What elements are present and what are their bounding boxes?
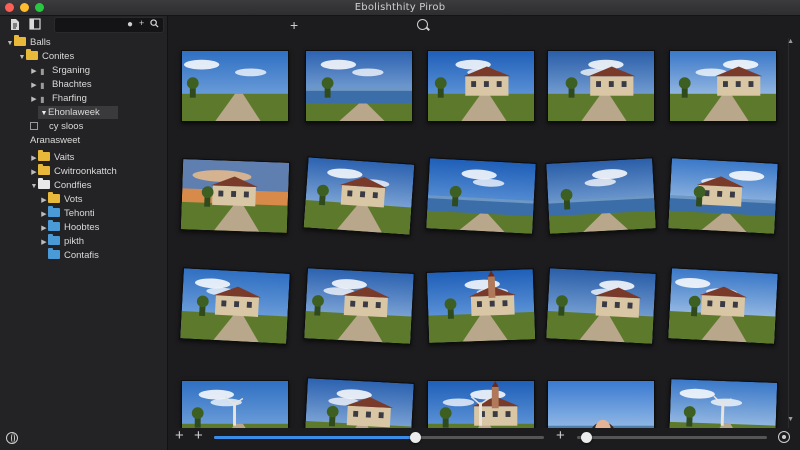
tree-item[interactable]: ▶ Tehonti [40,206,95,221]
disclosure-triangle-icon[interactable]: ▶ [30,65,38,78]
disclosure-triangle-icon[interactable]: ▶ [30,93,38,106]
album-icon: ▮ [40,95,45,104]
folder-icon [38,178,50,189]
photo-thumbnail-river-path[interactable] [425,157,537,235]
secondary-slider-knob[interactable] [580,432,592,443]
disclosure-triangle-icon[interactable]: ▶ [40,236,48,249]
disclosure-triangle-icon[interactable]: ▶ [30,166,38,179]
photo-thumbnail-sunset-castle[interactable] [179,158,291,234]
album-icon: ▮ [40,67,45,76]
settings-icon[interactable] [778,431,790,443]
tree-item[interactable]: Contafis [40,248,99,262]
main-toolbar: + [169,16,800,38]
disclosure-triangle-icon[interactable]: ▶ [40,208,48,221]
photo-thumbnail-portrait-woman[interactable] [547,380,655,433]
photo-browser: + ▲ ▼ [169,16,800,450]
checkbox-icon[interactable] [30,122,38,130]
folder-icon [48,234,60,245]
zoom-slider[interactable] [214,432,544,443]
disclosure-triangle-icon[interactable]: ▼ [40,107,48,120]
disclosure-triangle-icon[interactable]: ▶ [30,79,38,92]
tree-item-selected[interactable]: ▼Ehonlaweek [38,106,118,119]
secondary-slider[interactable] [577,432,767,443]
disclosure-triangle-icon[interactable]: ▼ [30,180,38,193]
tree-item[interactable]: ▶ Vaits [30,150,74,165]
photo-thumbnail-chateau[interactable] [667,157,779,235]
tree-item[interactable]: ▶ Hoobtes [40,220,99,235]
add-photo-icon[interactable]: + [290,17,298,33]
folder-icon [38,164,50,175]
folder-icon [48,206,60,217]
scroll-down-arrow-icon[interactable]: ▼ [787,416,794,423]
user-icon[interactable]: ● [127,19,133,30]
search-icon[interactable] [417,19,428,30]
tree-item[interactable]: ▶ Vots [40,192,83,207]
disclosure-triangle-icon[interactable]: ▼ [18,51,26,64]
photo-thumbnail-farmhouse-5[interactable] [667,267,779,345]
tree-item[interactable]: ▼ Condfies [30,178,92,193]
photo-thumbnail-road-field[interactable] [181,50,289,122]
photo-thumbnail-street-buildings[interactable] [427,50,535,122]
photo-thumbnail-farmhouse-4[interactable] [545,267,657,345]
tree-item[interactable]: ▶ ▮ Fharfing [30,92,87,105]
scroll-up-arrow-icon[interactable]: ▲ [787,38,794,45]
photo-thumbnail-lake-road[interactable] [305,50,413,122]
photo-thumbnail-church-house[interactable] [425,268,537,344]
vertical-scrollbar[interactable] [788,38,792,433]
photo-thumbnail-farmhouse-1[interactable] [302,156,416,236]
tree-item[interactable]: ▶ ▮ Srganing [30,64,90,77]
add-icon[interactable]: + [139,18,144,28]
tree-item[interactable]: ▼ Conites [18,49,74,64]
photo-thumbnail-blue-sky-tower[interactable] [181,380,289,433]
folder-icon [48,220,60,231]
search-icon[interactable] [150,19,159,31]
photo-thumbnail-farmhouse-3[interactable] [303,267,415,345]
tree-item[interactable]: ▶ Cwitroonkattch [30,164,117,179]
sidebar-toolbar: ● + [0,16,168,36]
disclosure-triangle-icon[interactable]: ▶ [30,152,38,165]
album-icon: ▮ [40,81,45,90]
disclosure-triangle-icon[interactable]: ▶ [40,222,48,235]
tree-item[interactable]: Aranasweet [30,134,80,147]
sidebar-bottom-bar [0,428,168,450]
globe-icon[interactable] [6,432,18,444]
tree-item[interactable]: ▶ pikth [40,234,84,249]
disclosure-triangle-icon[interactable]: ▼ [6,37,14,50]
photo-thumbnail-manor-house[interactable] [547,50,655,122]
sidebar-toggle-icon[interactable] [28,18,42,32]
app-window: Ebolishthity Pirob ● + ▼ Balls ▼ Conites… [0,0,800,450]
photo-grid [169,38,789,433]
photo-thumbnail-house-clouds[interactable] [303,377,415,433]
photo-thumbnail-windmill-field[interactable] [667,378,779,433]
sidebar: ● + ▼ Balls ▼ Conites ▶ ▮ Srganing ▶ ▮ Bhachte… [0,16,168,450]
folder-icon [48,248,60,259]
photo-thumbnail-tower-clouds[interactable] [427,380,535,433]
title-bar: Ebolishthity Pirob [0,0,800,16]
tree-item[interactable]: ▶ ▮ Bhachtes [30,78,91,92]
plus-icon[interactable]: + [194,427,203,444]
folder-icon [26,49,38,60]
zoom-slider-fill [214,436,416,439]
sidebar-search-field[interactable]: ● + [54,17,164,33]
photo-thumbnail-farmhouse-2[interactable] [179,267,291,345]
folder-icon [38,150,50,161]
document-icon[interactable] [8,18,22,32]
plus-icon[interactable]: + [556,427,565,444]
window-title: Ebolishthity Pirob [354,2,446,13]
folder-icon [14,35,26,46]
folder-icon [48,192,60,203]
tree-item[interactable]: cy sloos [30,120,83,133]
zoom-slider-knob[interactable] [410,432,422,443]
photo-thumbnail-lake-hills[interactable] [545,157,657,235]
disclosure-triangle-icon[interactable]: ▶ [40,194,48,207]
bottom-bar: + + + [169,427,800,450]
plus-icon[interactable]: + [175,427,184,444]
tree-item[interactable]: ▼ Balls [6,35,51,50]
photo-thumbnail-villa-path[interactable] [669,50,777,122]
